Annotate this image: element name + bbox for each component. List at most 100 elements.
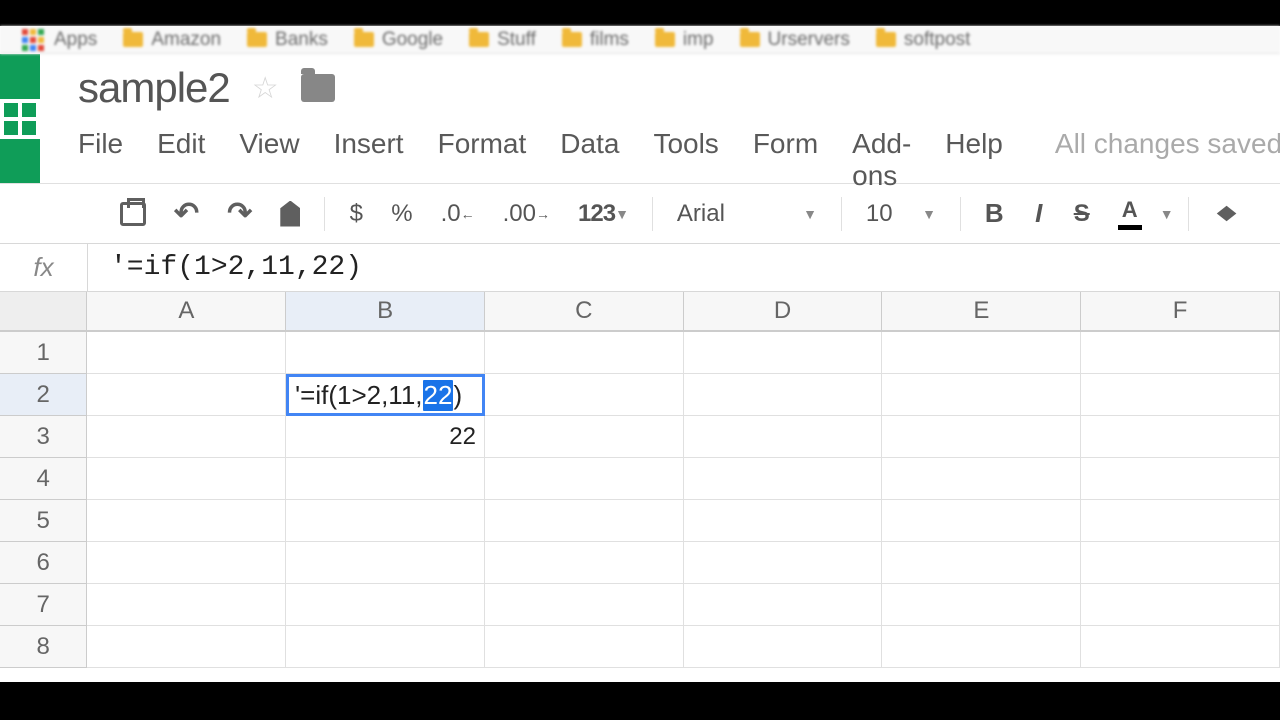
cell-c5[interactable] bbox=[485, 500, 684, 542]
menu-file[interactable]: File bbox=[78, 128, 123, 160]
column-header-d[interactable]: D bbox=[684, 292, 883, 331]
cell-e7[interactable] bbox=[882, 584, 1081, 626]
row-header-1[interactable]: 1 bbox=[0, 332, 87, 374]
cell-c6[interactable] bbox=[485, 542, 684, 584]
column-header-a[interactable]: A bbox=[87, 292, 286, 331]
decrease-decimal-button[interactable]: .0← bbox=[431, 194, 485, 234]
row-header-2[interactable]: 2 bbox=[0, 374, 87, 416]
cell-b7[interactable] bbox=[286, 584, 485, 626]
cell-f5[interactable] bbox=[1081, 500, 1280, 542]
cell-e6[interactable] bbox=[882, 542, 1081, 584]
cell-e5[interactable] bbox=[882, 500, 1081, 542]
cell-e4[interactable] bbox=[882, 458, 1081, 500]
menu-tools[interactable]: Tools bbox=[653, 128, 718, 160]
cell-b8[interactable] bbox=[286, 626, 485, 668]
select-all-corner[interactable] bbox=[0, 292, 87, 331]
bookmark-item[interactable]: Urservers bbox=[740, 29, 850, 51]
cell-f6[interactable] bbox=[1081, 542, 1280, 584]
cell-c1[interactable] bbox=[485, 332, 684, 374]
row-header-3[interactable]: 3 bbox=[0, 416, 87, 458]
sheets-logo[interactable] bbox=[0, 54, 40, 183]
cell-a1[interactable] bbox=[87, 332, 286, 374]
format-currency-button[interactable]: $ bbox=[339, 194, 373, 234]
cell-a4[interactable] bbox=[87, 458, 286, 500]
column-header-c[interactable]: C bbox=[485, 292, 684, 331]
fill-color-button[interactable] bbox=[1203, 197, 1251, 231]
cell-c4[interactable] bbox=[485, 458, 684, 500]
cell-d6[interactable] bbox=[684, 542, 883, 584]
cell-f1[interactable] bbox=[1081, 332, 1280, 374]
cell-b5[interactable] bbox=[286, 500, 485, 542]
bookmark-item[interactable]: softpost bbox=[876, 29, 971, 51]
menu-addons[interactable]: Add-ons bbox=[852, 128, 911, 192]
cell-e3[interactable] bbox=[882, 416, 1081, 458]
cell-a3[interactable] bbox=[87, 416, 286, 458]
cell-f4[interactable] bbox=[1081, 458, 1280, 500]
font-select[interactable]: Arial▼ bbox=[667, 200, 827, 228]
row-header-7[interactable]: 7 bbox=[0, 584, 87, 626]
cell-f8[interactable] bbox=[1081, 626, 1280, 668]
cell-f3[interactable] bbox=[1081, 416, 1280, 458]
bookmark-item[interactable]: films bbox=[562, 29, 629, 51]
cell-b2-editing[interactable]: '=if(1>2,11,22) bbox=[286, 374, 485, 416]
menu-data[interactable]: Data bbox=[560, 128, 619, 160]
cell-f2[interactable] bbox=[1081, 374, 1280, 416]
cell-b3[interactable]: 22 bbox=[286, 416, 485, 458]
menu-help[interactable]: Help bbox=[945, 128, 1003, 160]
cell-a5[interactable] bbox=[87, 500, 286, 542]
row-header-8[interactable]: 8 bbox=[0, 626, 87, 668]
cell-f7[interactable] bbox=[1081, 584, 1280, 626]
star-icon[interactable]: ☆ bbox=[252, 71, 279, 106]
row-header-4[interactable]: 4 bbox=[0, 458, 87, 500]
move-folder-icon[interactable] bbox=[301, 74, 335, 102]
increase-decimal-button[interactable]: .00→ bbox=[493, 194, 560, 234]
cell-a6[interactable] bbox=[87, 542, 286, 584]
bookmark-item[interactable]: Amazon bbox=[123, 29, 221, 51]
undo-button[interactable]: ↶ bbox=[164, 190, 209, 237]
cell-a2[interactable] bbox=[87, 374, 286, 416]
bookmark-item[interactable]: imp bbox=[655, 29, 714, 51]
cell-a8[interactable] bbox=[87, 626, 286, 668]
cell-c2[interactable] bbox=[485, 374, 684, 416]
bold-button[interactable]: B bbox=[975, 192, 1014, 235]
bookmark-item[interactable]: Banks bbox=[247, 29, 328, 51]
cell-b1[interactable] bbox=[286, 332, 485, 374]
formula-input[interactable]: '=if(1>2,11,22) bbox=[88, 252, 1280, 283]
paint-format-button[interactable] bbox=[270, 195, 310, 233]
menu-view[interactable]: View bbox=[239, 128, 299, 160]
italic-button[interactable]: I bbox=[1022, 192, 1056, 235]
menu-edit[interactable]: Edit bbox=[157, 128, 205, 160]
text-color-button[interactable]: A bbox=[1108, 191, 1152, 236]
cell-e1[interactable] bbox=[882, 332, 1081, 374]
font-size-select[interactable]: 10▼ bbox=[856, 200, 946, 228]
cell-d1[interactable] bbox=[684, 332, 883, 374]
column-header-f[interactable]: F bbox=[1081, 292, 1280, 331]
strikethrough-button[interactable]: S bbox=[1064, 194, 1100, 234]
cell-d4[interactable] bbox=[684, 458, 883, 500]
row-header-5[interactable]: 5 bbox=[0, 500, 87, 542]
cell-d8[interactable] bbox=[684, 626, 883, 668]
format-percent-button[interactable]: % bbox=[381, 194, 422, 234]
cell-d2[interactable] bbox=[684, 374, 883, 416]
chevron-down-icon[interactable]: ▼ bbox=[1160, 206, 1174, 222]
redo-button[interactable]: ↷ bbox=[217, 190, 262, 237]
row-header-6[interactable]: 6 bbox=[0, 542, 87, 584]
cell-c3[interactable] bbox=[485, 416, 684, 458]
bookmark-item[interactable]: Stuff bbox=[469, 29, 536, 51]
bookmark-item[interactable]: Google bbox=[354, 29, 443, 51]
cell-d7[interactable] bbox=[684, 584, 883, 626]
cell-e2[interactable] bbox=[882, 374, 1081, 416]
cell-b6[interactable] bbox=[286, 542, 485, 584]
cell-b4[interactable] bbox=[286, 458, 485, 500]
cell-e8[interactable] bbox=[882, 626, 1081, 668]
column-header-e[interactable]: E bbox=[882, 292, 1081, 331]
cell-d3[interactable] bbox=[684, 416, 883, 458]
menu-format[interactable]: Format bbox=[438, 128, 527, 160]
menu-insert[interactable]: Insert bbox=[334, 128, 404, 160]
cell-c7[interactable] bbox=[485, 584, 684, 626]
number-format-button[interactable]: 123 ▼ bbox=[568, 194, 638, 234]
cell-c8[interactable] bbox=[485, 626, 684, 668]
document-title[interactable]: sample2 bbox=[78, 64, 230, 112]
apps-button[interactable]: Apps bbox=[22, 29, 97, 51]
cell-a7[interactable] bbox=[87, 584, 286, 626]
